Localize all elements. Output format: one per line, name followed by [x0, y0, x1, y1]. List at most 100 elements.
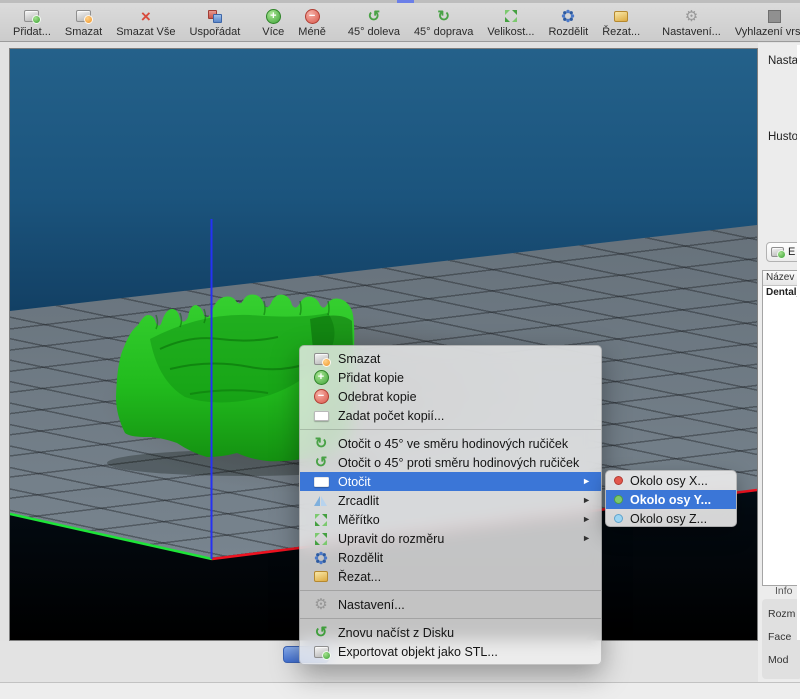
- toolbar: Přidat... Smazat × Smazat Vše Uspořádat …: [0, 3, 800, 42]
- menu-item-exportovat-stl[interactable]: Exportovat objekt jako STL...: [300, 642, 601, 661]
- toolbar-label: Přidat...: [13, 26, 51, 38]
- toolbar-label: Nastavení...: [662, 26, 721, 38]
- toolbar-45-doleva[interactable]: ↺ 45° doleva: [341, 4, 407, 38]
- menu-item-nastaveni[interactable]: ⚙ Nastavení...: [300, 595, 601, 614]
- toolbar-vice[interactable]: Více: [255, 4, 291, 38]
- toolbar-nastaveni[interactable]: ⚙ Nastavení...: [655, 4, 728, 38]
- menu-item-odebrat-kopie[interactable]: Odebrat kopie: [300, 387, 601, 406]
- menu-item-otocit-45-cw[interactable]: ↻ Otočit o 45° ve směru hodinových ručič…: [300, 434, 601, 453]
- rotate-cw-icon: ↻: [435, 8, 453, 24]
- toolbar-label: Řezat...: [602, 26, 640, 38]
- refresh-icon: ↺: [312, 625, 330, 641]
- plus-circle-icon: [264, 8, 282, 24]
- menu-item-rezat[interactable]: Řezat...: [300, 567, 601, 586]
- toolbar-label: Rozdělit: [548, 26, 588, 38]
- red-x-icon: ×: [137, 8, 155, 24]
- menu-item-label: Rozdělit: [338, 551, 383, 565]
- minus-circle-icon: [312, 389, 330, 405]
- split-dots-icon: [312, 550, 330, 566]
- cube-plus-icon: [23, 8, 41, 24]
- plus-circle-icon: [312, 370, 330, 386]
- submenu-arrow-icon: ►: [582, 515, 591, 524]
- layers-square-icon: [766, 8, 784, 24]
- cube-export-icon: [771, 247, 784, 257]
- submenu-item-label: Okolo osy Z...: [630, 512, 707, 526]
- toolbar-rezat[interactable]: Řezat...: [595, 4, 647, 38]
- density-label: Husto: [768, 131, 798, 143]
- axis-y-green: [10, 514, 212, 559]
- submenu-arrow-icon: ►: [582, 496, 591, 505]
- menu-item-label: Otočit o 45° ve směru hodinových ručiček: [338, 437, 568, 451]
- toolbar-label: Uspořádat: [190, 26, 241, 38]
- gear-icon: ⚙: [682, 8, 700, 24]
- settings-panel: Nastav Husto E Název Dental_ Info Rozm F…: [758, 43, 800, 682]
- menu-item-zadat-pocet-kopii[interactable]: Zadat počet kopií...: [300, 406, 601, 425]
- menu-item-label: Nastavení...: [338, 598, 405, 612]
- app-window: Přidat... Smazat × Smazat Vše Uspořádat …: [0, 0, 800, 699]
- menu-item-label: Přidat kopie: [338, 371, 404, 385]
- toolbar-label: Smazat Vše: [116, 26, 175, 38]
- axis-z-dot-icon: [614, 514, 623, 523]
- submenu-item-label: Okolo osy Y...: [630, 493, 711, 507]
- toolbar-vyhlazeni-vrstev[interactable]: Vyhlazení vrstev: [728, 4, 800, 38]
- menu-item-label: Otočit: [338, 475, 371, 489]
- menu-item-zrcadlit[interactable]: Zrcadlit ►: [300, 491, 601, 510]
- info-row-model: Mod: [768, 649, 800, 672]
- menu-item-label: Řezat...: [338, 570, 381, 584]
- axis-y-dot-icon: [614, 495, 623, 504]
- menu-separator: [300, 429, 601, 430]
- menu-item-label: Smazat: [338, 352, 380, 366]
- object-list-header: Název: [763, 271, 797, 286]
- rotate-ccw-icon: ↺: [365, 8, 383, 24]
- rotate-ccw-icon: ↺: [312, 455, 330, 471]
- export-object-button[interactable]: E: [766, 242, 800, 262]
- submenu-item-okolo-osy-z[interactable]: Okolo osy Z...: [606, 509, 736, 527]
- menu-item-upravit-do-rozmeru[interactable]: Upravit do rozměru ►: [300, 529, 601, 548]
- toolbar-smazat[interactable]: Smazat: [58, 4, 109, 38]
- toolbar-label: 45° doprava: [414, 26, 473, 38]
- menu-item-pridat-kopie[interactable]: Přidat kopie: [300, 368, 601, 387]
- toolbar-mene[interactable]: Méně: [291, 4, 333, 38]
- menu-item-label: Exportovat objekt jako STL...: [338, 645, 498, 659]
- menu-item-label: Zrcadlit: [338, 494, 379, 508]
- minus-circle-icon: [303, 8, 321, 24]
- menu-item-otocit[interactable]: Otočit ►: [300, 472, 601, 491]
- menu-item-rozdelit[interactable]: Rozdělit: [300, 548, 601, 567]
- gear-icon: ⚙: [312, 597, 330, 613]
- export-object-button-label: E: [788, 246, 795, 258]
- cube-minus-icon: [75, 8, 93, 24]
- toolbar-label: Velikost...: [487, 26, 534, 38]
- menu-separator: [300, 618, 601, 619]
- menu-item-meritko[interactable]: Měřítko ►: [300, 510, 601, 529]
- menu-item-label: Odebrat kopie: [338, 390, 417, 404]
- submenu-item-label: Okolo osy X...: [630, 474, 708, 488]
- toolbar-label: 45° doleva: [348, 26, 400, 38]
- toolbar-usporadat[interactable]: Uspořádat: [183, 4, 248, 38]
- menu-item-znovu-nacist[interactable]: ↺ Znovu načíst z Disku: [300, 623, 601, 642]
- object-list-row[interactable]: Dental_: [763, 286, 797, 299]
- submenu-item-okolo-osy-x[interactable]: Okolo osy X...: [606, 471, 736, 490]
- toolbar-label: Vyhlazení vrstev: [735, 26, 800, 38]
- context-menu: Smazat Přidat kopie Odebrat kopie Zadat …: [299, 345, 602, 665]
- cube-minus-icon: [312, 351, 330, 367]
- menu-item-label: Znovu načíst z Disku: [338, 626, 454, 640]
- object-list[interactable]: Název Dental_: [762, 270, 798, 586]
- toolbar-45-doprava[interactable]: ↻ 45° doprava: [407, 4, 480, 38]
- menu-item-label: Upravit do rozměru: [338, 532, 444, 546]
- toolbar-smazat-vse[interactable]: × Smazat Vše: [109, 4, 182, 38]
- settings-label: Nastav: [768, 55, 800, 67]
- menu-item-smazat[interactable]: Smazat: [300, 349, 601, 368]
- scale-arrows-icon: [502, 8, 520, 24]
- submenu-item-okolo-osy-y[interactable]: Okolo osy Y...: [606, 490, 736, 509]
- scale-arrows-icon: [312, 531, 330, 547]
- menu-separator: [300, 590, 601, 591]
- mirror-icon: [312, 493, 330, 509]
- split-dots-icon: [559, 8, 577, 24]
- toolbar-rozdelit[interactable]: Rozdělit: [541, 4, 595, 38]
- toolbar-label: Smazat: [65, 26, 102, 38]
- menu-item-otocit-45-ccw[interactable]: ↺ Otočit o 45° proti směru hodinových ru…: [300, 453, 601, 472]
- toolbar-pridat[interactable]: Přidat...: [6, 4, 58, 38]
- toolbar-velikost[interactable]: Velikost...: [480, 4, 541, 38]
- submenu-arrow-icon: ►: [582, 477, 591, 486]
- info-box: Rozm Face Mod: [762, 599, 800, 679]
